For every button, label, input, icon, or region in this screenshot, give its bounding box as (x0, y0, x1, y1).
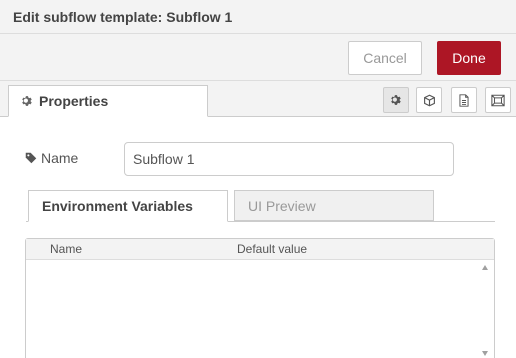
tab-settings[interactable] (383, 87, 409, 113)
tab-appearance[interactable] (416, 87, 442, 113)
edit-subflow-tray: Edit subflow template: Subflow 1 Cancel … (0, 0, 516, 358)
tray-title: Edit subflow template: Subflow 1 (13, 9, 233, 25)
column-header-default-value: Default value (237, 242, 308, 256)
tab-properties-label: Properties (39, 93, 109, 109)
tray-header: Edit subflow template: Subflow 1 (0, 0, 516, 34)
done-button[interactable]: Done (437, 41, 501, 75)
tab-properties[interactable]: Properties (8, 85, 208, 117)
cancel-button[interactable]: Cancel (348, 41, 422, 75)
scroll-up-arrow-icon[interactable] (482, 265, 488, 270)
document-icon (459, 93, 469, 107)
tag-icon (25, 152, 37, 164)
tab-bar: Properties (0, 81, 516, 117)
name-row: Name (0, 138, 516, 178)
name-label-text: Name (41, 150, 79, 166)
tray-toolbar: Cancel Done (0, 34, 516, 81)
tab-environment-variables[interactable]: Environment Variables (28, 190, 228, 222)
layout-icon (491, 94, 505, 106)
tab-description[interactable] (451, 87, 477, 113)
name-label: Name (25, 150, 78, 166)
cube-icon (423, 94, 435, 106)
gear-icon (22, 96, 32, 106)
column-header-name: Name (50, 242, 83, 256)
env-tabs: Environment Variables UI Preview (26, 190, 495, 222)
tab-ui-preview[interactable]: UI Preview (234, 190, 434, 221)
table-header: Name Default value (26, 239, 494, 260)
gear-icon (391, 95, 401, 105)
scroll-down-arrow-icon[interactable] (482, 351, 488, 356)
name-input[interactable] (124, 142, 454, 176)
tab-layout[interactable] (485, 87, 511, 113)
env-variables-table: Name Default value (25, 238, 495, 358)
